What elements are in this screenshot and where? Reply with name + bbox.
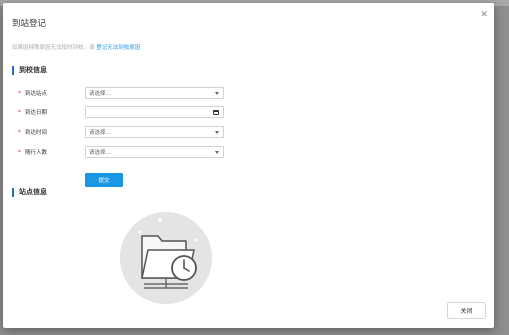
chevron-down-icon [215, 130, 219, 134]
form-row-time: * 到达时间 请选择... [18, 126, 228, 138]
submit-button[interactable]: 提交 [85, 173, 123, 187]
close-icon[interactable]: ✕ [480, 11, 488, 20]
select-value: 请选择... [89, 150, 111, 156]
form-row-date: * 到达日期 [18, 106, 228, 118]
chevron-down-icon [215, 150, 219, 154]
calendar-icon[interactable] [213, 109, 219, 115]
date-input[interactable] [85, 106, 224, 118]
dialog-title: 到站登记 [12, 19, 47, 29]
notice-text: 如果因特殊原因无法按时到校，请 登记无法到校原因 [12, 43, 140, 51]
notice-message: 如果因特殊原因无法按时到校，请 [12, 45, 97, 51]
companions-select[interactable]: 请选择... [85, 146, 224, 158]
section-bar [12, 187, 14, 197]
required-mark: * [18, 89, 21, 97]
field-label: 到达时间 [25, 130, 48, 136]
section-school-info: 到校信息 [12, 65, 47, 75]
form-row-companions: * 随行人数 请选择... [18, 146, 228, 158]
required-mark: * [18, 128, 21, 136]
section-title: 站点信息 [19, 188, 47, 196]
select-value: 请选择... [89, 130, 111, 136]
field-label: 到达日期 [25, 110, 48, 116]
field-label: 到达站点 [25, 91, 48, 97]
close-button[interactable]: 关闭 [447, 302, 486, 319]
register-absence-link[interactable]: 登记无法到校原因 [96, 45, 140, 51]
select-value: 请选择... [89, 91, 111, 97]
folder-clock-icon [118, 210, 214, 306]
chevron-down-icon [215, 91, 219, 95]
time-select[interactable]: 请选择... [85, 126, 224, 138]
required-mark: * [18, 108, 21, 116]
section-title: 到校信息 [19, 66, 47, 74]
field-label: 随行人数 [25, 150, 48, 156]
arrival-registration-dialog: 到站登记 ✕ 如果因特殊原因无法按时到校，请 登记无法到校原因 到校信息 * 到… [3, 3, 494, 328]
required-mark: * [18, 148, 21, 156]
station-select[interactable]: 请选择... [85, 87, 224, 99]
section-bar [12, 65, 14, 75]
form-row-station: * 到达站点 请选择... [18, 87, 228, 99]
section-station-info: 站点信息 [12, 187, 47, 197]
